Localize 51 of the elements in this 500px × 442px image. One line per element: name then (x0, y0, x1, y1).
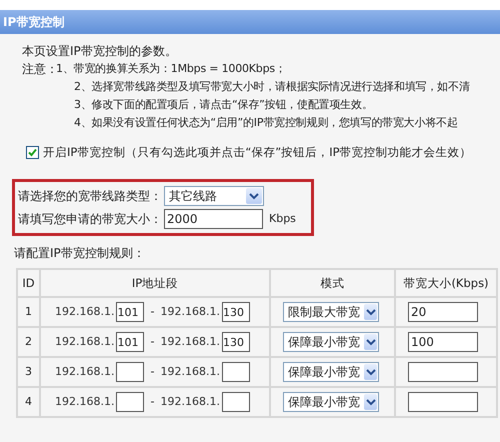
ip-prefix: 192.168.1. (160, 364, 220, 380)
dropdown[interactable]: 其它线路 (164, 186, 264, 206)
dash-text: - (150, 304, 154, 320)
input-field[interactable] (116, 392, 144, 412)
input-field[interactable]: 20 (408, 302, 478, 322)
column-header: 模式 (270, 269, 395, 298)
column-header: ID (17, 269, 40, 298)
dropdown[interactable]: 限制最大带宽 (283, 302, 379, 322)
input-field[interactable] (408, 362, 478, 382)
input-field[interactable]: 101 (116, 332, 144, 352)
note-text: 4、如果没有设置任何状态为“启用”的IP带宽控制规则，您填写的带宽大小将不起 (74, 115, 458, 131)
section-label: 请配置IP带宽控制规则： (14, 245, 146, 262)
input-field[interactable] (222, 392, 250, 412)
checkbox[interactable] (26, 146, 39, 160)
field-label: 请选择您的宽带线路类型： (18, 188, 163, 206)
checkbox-label: 开启IP带宽控制（只有勾选此项并点击“保存”按钮后，IP带宽控制功能才会生效） (43, 144, 472, 161)
field-label: 请填写您申请的带宽大小： (18, 211, 163, 228)
input-field[interactable] (222, 362, 250, 382)
dropdown[interactable]: 保障最小带宽 (283, 332, 379, 352)
table-cell: 3 (17, 357, 40, 388)
note-text: 2、选择宽带线路类型及填写带宽大小时，请根据实际情况进行选择和填写，如不清 (74, 79, 470, 95)
notes-label: 注意： (22, 61, 56, 78)
input-field[interactable] (116, 362, 144, 382)
unit-label: Kbps (269, 211, 296, 227)
ip-prefix: 192.168.1. (55, 394, 114, 410)
ip-prefix: 192.168.1. (160, 334, 220, 350)
dash-text: - (150, 364, 154, 380)
input-field[interactable]: 130 (222, 302, 250, 322)
input-field[interactable]: 130 (222, 332, 250, 352)
input-field[interactable] (408, 392, 478, 412)
input-field[interactable]: 100 (408, 332, 478, 352)
input-field[interactable]: 101 (116, 302, 144, 322)
note-text: 1、带宽的换算关系为：1Mbps = 1000Kbps； (56, 61, 286, 77)
ip-prefix: 192.168.1. (160, 394, 220, 410)
column-header: IP地址段 (40, 269, 270, 298)
column-header: 带宽大小(Kbps) (395, 269, 497, 298)
intro-text: 本页设置IP带宽控制的参数。 (22, 43, 178, 60)
dash-text: - (150, 334, 154, 350)
ip-prefix: 192.168.1. (55, 334, 114, 350)
header-title: IP带宽控制 (3, 14, 64, 31)
table-cell: 1 (17, 297, 40, 328)
dropdown[interactable]: 保障最小带宽 (283, 362, 379, 382)
table-cell: 4 (17, 387, 40, 418)
dash-text: - (150, 394, 154, 410)
ip-prefix: 192.168.1. (55, 364, 114, 380)
dropdown[interactable]: 保障最小带宽 (283, 392, 379, 412)
input-field[interactable]: 2000 (164, 209, 263, 230)
table-cell: 2 (17, 327, 40, 358)
ip-prefix: 192.168.1. (160, 304, 220, 320)
note-text: 3、修改下面的配置项后，请点击“保存”按钮，使配置项生效。 (74, 97, 373, 113)
ip-prefix: 192.168.1. (55, 304, 114, 320)
